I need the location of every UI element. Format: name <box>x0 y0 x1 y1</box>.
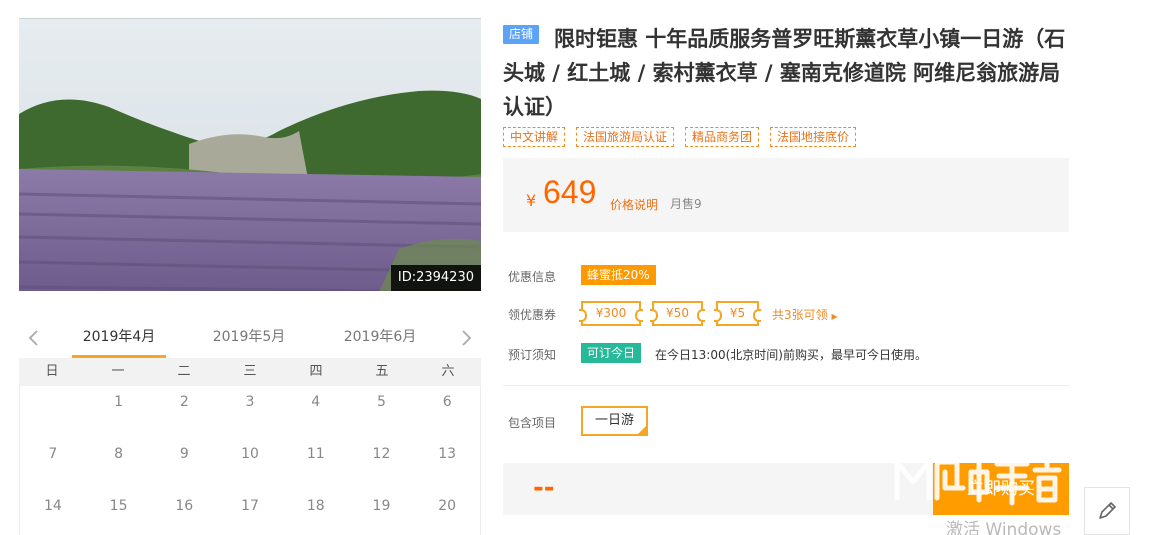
weekday-label: 四 <box>309 364 323 379</box>
tab-month-may[interactable]: 2019年5月 <box>202 320 296 358</box>
coupons-label: 领优惠券 <box>508 308 557 322</box>
calendar-day[interactable]: 3 <box>217 386 283 438</box>
selected-corner-icon <box>637 425 646 434</box>
tab-month-june[interactable]: 2019年6月 <box>333 320 427 358</box>
calendar-weekday-header: 日 一 二 三 四 五 六 <box>19 358 481 386</box>
coupons-more-link[interactable]: 共3张可领 ▶ <box>772 306 838 323</box>
calendar-prev-arrow-icon[interactable] <box>25 328 43 348</box>
monthly-sales: 月售9 <box>670 197 702 211</box>
coupon-300-button[interactable]: ¥300 <box>579 301 643 326</box>
package-option-button[interactable]: 一日游 <box>581 406 648 436</box>
calendar-day[interactable]: 19 <box>349 490 415 535</box>
calendar-day[interactable]: 11 <box>283 438 349 490</box>
calendar-week-row: 7 8 9 10 11 12 13 <box>20 438 480 490</box>
coupon-50-button[interactable]: ¥50 <box>650 301 705 326</box>
product-photo[interactable]: ID:2394230 <box>19 18 481 291</box>
price-box: ¥ 649 价格说明 月售9 <box>503 158 1069 232</box>
package-label: 包含项目 <box>508 416 557 430</box>
weekday-label: 一 <box>111 364 125 379</box>
book-today-badge: 可订今日 <box>581 343 642 363</box>
calendar-day[interactable]: 14 <box>20 490 86 535</box>
section-divider <box>503 385 1069 386</box>
caret-right-icon: ▶ <box>831 312 838 321</box>
package-option-label: 一日游 <box>594 413 634 428</box>
product-title: 限时钜惠 十年品质服务普罗旺斯薰衣草小镇一日游（石头城 / 红土城 / 索村薰衣… <box>503 27 1066 119</box>
weekday-label: 六 <box>441 364 455 379</box>
weekday-label: 日 <box>45 364 59 379</box>
weekday-label: 五 <box>375 364 389 379</box>
windows-activation-text: 激活 Windows <box>946 520 1062 535</box>
weekday-label: 二 <box>177 364 191 379</box>
photo-id-label: ID:2394230 <box>390 265 481 291</box>
feature-tag: 法国地接底价 <box>770 127 857 147</box>
calendar-day[interactable]: 10 <box>217 438 283 490</box>
calendar-next-arrow-icon[interactable] <box>457 328 475 348</box>
promo-label: 优惠信息 <box>508 270 557 284</box>
calendar-day[interactable]: 20 <box>414 490 480 535</box>
calendar-week-row: 14 15 16 17 18 19 20 <box>20 490 480 535</box>
calendar-day <box>20 386 86 438</box>
coupon-5-button[interactable]: ¥5 <box>714 301 761 326</box>
weekday-label: 三 <box>243 364 257 379</box>
calendar-day[interactable]: 4 <box>283 386 349 438</box>
price-explanation-link[interactable]: 价格说明 <box>610 196 658 213</box>
shop-badge[interactable]: 店铺 <box>503 25 540 44</box>
calendar-day[interactable]: 12 <box>349 438 415 490</box>
calendar-day[interactable]: 2 <box>151 386 217 438</box>
lavender-field-image <box>19 19 481 291</box>
product-title-block: 店铺 限时钜惠 十年品质服务普罗旺斯薰衣草小镇一日游（石头城 / 红土城 / 索… <box>503 22 1073 124</box>
calendar-week-row: 1 2 3 4 5 6 <box>20 386 480 438</box>
calendar-day[interactable]: 8 <box>86 438 152 490</box>
price-amount: 649 <box>543 174 597 210</box>
feature-tag: 精品商务团 <box>685 127 760 147</box>
pencil-icon <box>1099 502 1116 519</box>
calendar-day[interactable]: 5 <box>349 386 415 438</box>
booking-calendar: 2019年4月 2019年5月 2019年6月 日 一 二 三 四 五 六 1 … <box>19 320 481 535</box>
product-tags: 中文讲解 法国旅游局认证 精品商务团 法国地接底价 <box>503 127 857 147</box>
floating-edit-button[interactable] <box>1084 487 1130 535</box>
calendar-grid: 1 2 3 4 5 6 7 8 9 10 11 12 13 14 15 16 1… <box>19 386 481 535</box>
calendar-day[interactable]: 1 <box>86 386 152 438</box>
feature-tag: 法国旅游局认证 <box>576 127 675 147</box>
promo-badge: 蜂蜜抵20% <box>581 265 656 285</box>
calendar-day[interactable]: 17 <box>217 490 283 535</box>
feature-tag: 中文讲解 <box>503 127 566 147</box>
total-price-placeholder: -- <box>533 473 555 503</box>
calendar-day[interactable]: 13 <box>414 438 480 490</box>
tab-month-april[interactable]: 2019年4月 <box>72 320 166 358</box>
calendar-day[interactable]: 15 <box>86 490 152 535</box>
calendar-day[interactable]: 18 <box>283 490 349 535</box>
calendar-day[interactable]: 16 <box>151 490 217 535</box>
price-currency: ¥ <box>526 191 537 210</box>
booking-notice-text: 在今日13:00(北京时间)前购买，最早可今日使用。 <box>655 348 927 362</box>
calendar-day[interactable]: 9 <box>151 438 217 490</box>
calendar-day[interactable]: 6 <box>414 386 480 438</box>
calendar-month-tabs: 2019年4月 2019年5月 2019年6月 <box>51 320 451 358</box>
calendar-day[interactable]: 7 <box>20 438 86 490</box>
booking-notice-label: 预订须知 <box>508 348 557 362</box>
coupons-more-label: 共3张可领 <box>772 308 828 322</box>
